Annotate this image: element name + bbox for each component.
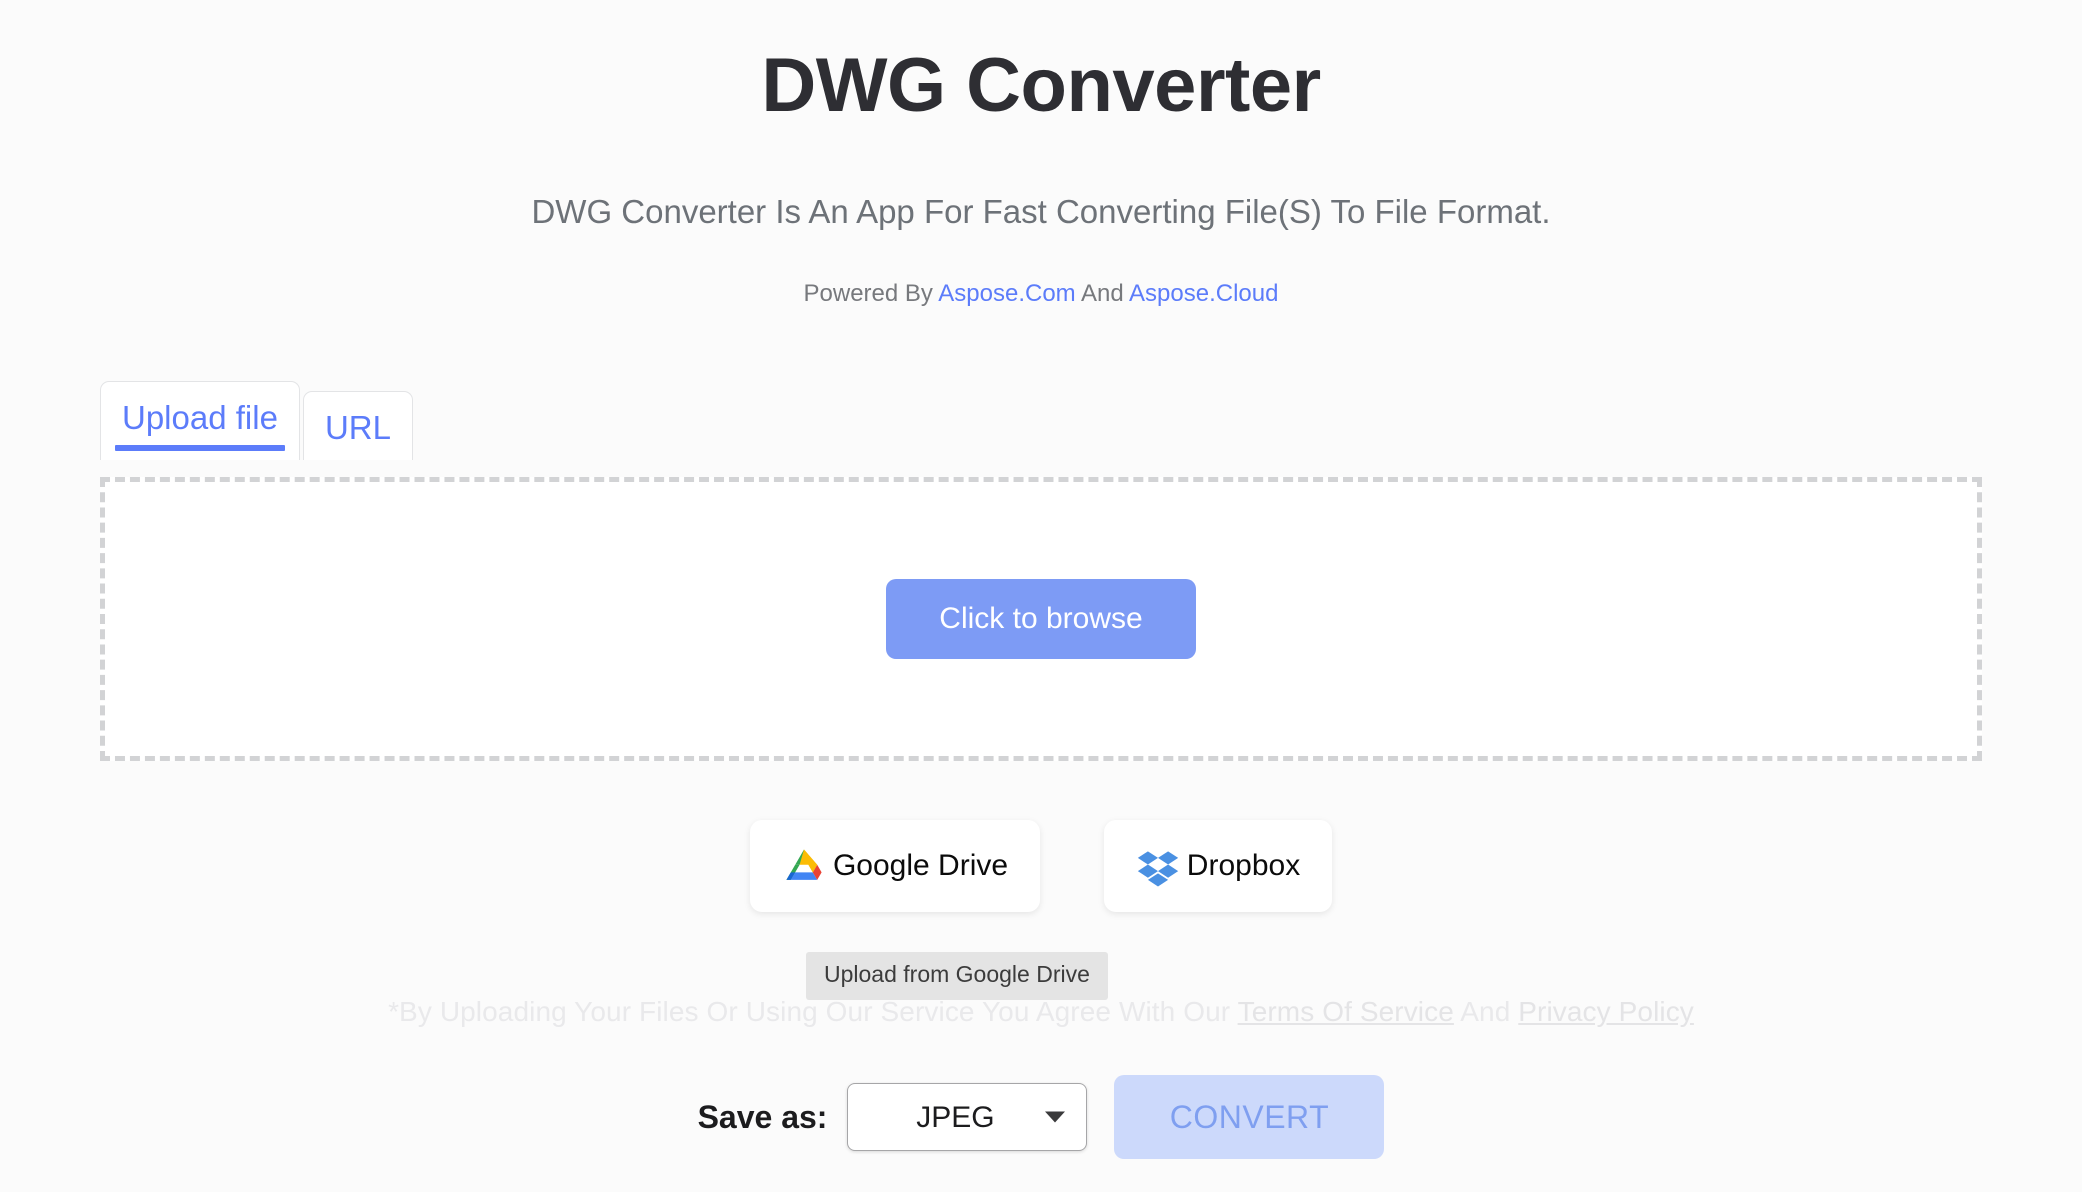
page-title: DWG Converter	[761, 43, 1321, 128]
dropbox-button[interactable]: Dropbox	[1104, 820, 1332, 912]
dropbox-label: Dropbox	[1186, 849, 1301, 882]
page-subtitle: DWG Converter Is An App For Fast Convert…	[531, 192, 1551, 230]
google-drive-icon	[782, 844, 826, 888]
cloud-storage-row: Google Drive Dropbox	[0, 820, 2082, 912]
google-drive-button[interactable]: Google Drive	[750, 820, 1040, 912]
terms-of-service-link[interactable]: Terms Of Service	[1238, 996, 1454, 1027]
dropbox-icon	[1136, 844, 1180, 888]
aspose-cloud-link[interactable]: Aspose.Cloud	[1129, 280, 1278, 307]
tab-active-underline	[115, 444, 285, 451]
powered-by-line: Powered By Aspose.Com And Aspose.Cloud	[0, 231, 2082, 308]
save-as-row: Save as: JPEG CONVERT	[0, 1075, 2082, 1159]
tab-url-label: URL	[324, 409, 391, 446]
tab-upload-file-label: Upload file	[122, 399, 278, 436]
format-select-wrapper: JPEG	[847, 1083, 1088, 1151]
tab-upload-file[interactable]: Upload file	[100, 381, 300, 460]
google-drive-tooltip: Upload from Google Drive	[806, 952, 1108, 1000]
powered-by-prefix: Powered By	[803, 279, 939, 307]
powered-by-middle: And	[1075, 279, 1130, 307]
aspose-com-link[interactable]: Aspose.Com	[938, 280, 1075, 307]
format-select[interactable]: JPEG	[847, 1083, 1088, 1151]
terms-notice: *By Uploading Your Files Or Using Our Se…	[0, 996, 2082, 1028]
privacy-policy-link[interactable]: Privacy Policy	[1518, 996, 1694, 1027]
terms-prefix: *By Uploading Your Files Or Using Our Se…	[388, 996, 1238, 1027]
convert-button[interactable]: CONVERT	[1114, 1075, 1385, 1159]
file-dropzone[interactable]: Click to browse	[100, 477, 1982, 761]
terms-middle: And	[1453, 996, 1519, 1027]
save-as-label: Save as:	[697, 1098, 828, 1135]
tab-url[interactable]: URL	[302, 391, 413, 460]
google-drive-label: Google Drive	[832, 849, 1009, 882]
source-tabs: Upload file URL	[100, 381, 413, 460]
app-page: DWG Converter DWG Converter Is An App Fo…	[0, 0, 2082, 1192]
click-to-browse-button[interactable]: Click to browse	[886, 579, 1196, 659]
